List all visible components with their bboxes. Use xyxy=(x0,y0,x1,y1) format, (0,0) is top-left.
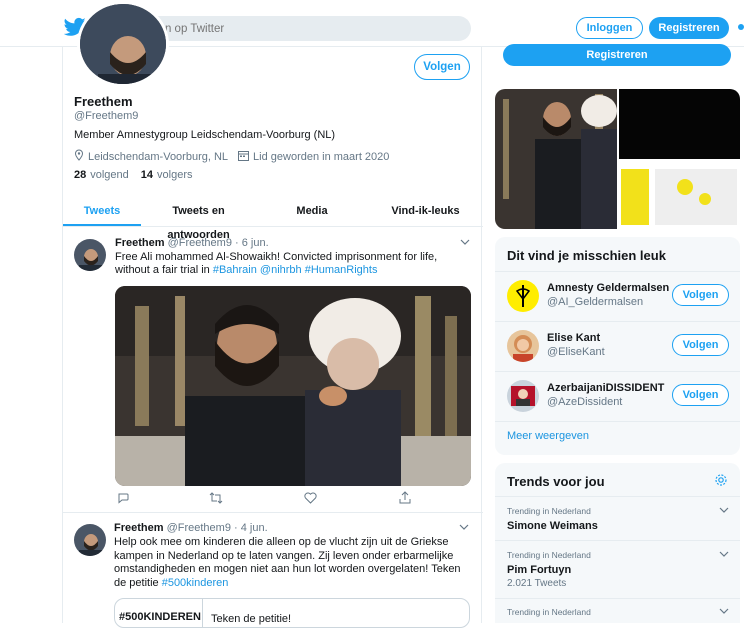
profile-meta-row: Leidschendam-Voorburg, NL Lid geworden i… xyxy=(74,149,389,164)
followers-label[interactable]: volgers xyxy=(157,169,192,181)
trend-item[interactable]: Trending in Nederland xyxy=(495,598,740,623)
follow-stats: 28 volgend 14 volgers xyxy=(74,169,193,181)
tweet-meta: @Freethem9 · 6 jun. xyxy=(167,237,269,249)
follow-button[interactable]: Volgen xyxy=(672,334,729,356)
trend-item[interactable]: Trending in Nederland Pim Fortuyn 2.021 … xyxy=(495,540,740,598)
suggestion-row[interactable]: Amnesty Geldermalsen @AI_Geldermalsen Vo… xyxy=(495,271,740,321)
trend-context: Trending in Nederland xyxy=(507,550,591,560)
tweet-text: Free Ali mohammed Al-Showaikh! Convicted… xyxy=(115,251,475,277)
tweet-item[interactable]: Freethem @Freethem9 · 6 jun. Free Ali mo… xyxy=(63,229,483,513)
tweet-2-text: Help ook mee om kinderen die alleen op d… xyxy=(114,536,466,590)
chevron-down-icon[interactable] xyxy=(719,549,729,561)
follow-profile-button[interactable]: Volgen xyxy=(414,54,470,80)
suggestion-handle: @AI_Geldermalsen xyxy=(547,296,644,308)
profile-avatar[interactable] xyxy=(77,1,169,87)
trend-item[interactable]: Trending in Nederland Simone Weimans xyxy=(495,496,740,540)
register-button[interactable]: Registreren xyxy=(649,17,729,39)
profile-joined: Lid geworden in maart 2020 xyxy=(253,150,390,163)
tweet-author-name[interactable]: Freethem xyxy=(114,522,164,534)
profile-handle: @Freethem9 xyxy=(74,110,139,122)
suggestion-avatar[interactable] xyxy=(507,280,539,312)
tab-tweets[interactable]: Tweets xyxy=(63,199,141,226)
tweet-avatar[interactable] xyxy=(74,524,106,556)
link-card[interactable]: #500KINDEREN Teken de petitie! xyxy=(114,598,470,628)
tweet-meta: @Freethem9 · 4 jun. xyxy=(166,522,268,534)
trend-count: 2.021 Tweets xyxy=(507,578,567,589)
suggestion-handle: @EliseKant xyxy=(547,346,605,358)
tweet-hashtags[interactable]: #500kinderen xyxy=(162,577,229,589)
tweet-hashtags[interactable]: #Bahrain @nihrbh #HumanRights xyxy=(213,264,378,276)
tweet-author-name[interactable]: Freethem xyxy=(115,237,165,249)
tweet-2-header: Freethem @Freethem9 · 4 jun. xyxy=(114,522,268,534)
profile-bio: Member Amnestygroup Leidschendam-Voorbur… xyxy=(74,129,336,141)
suggestion-name[interactable]: Elise Kant xyxy=(547,332,600,344)
suggestion-row[interactable]: AzerbaijaniDISSIDENT @AzeDissident Volge… xyxy=(495,371,740,421)
profile-location: Leidschendam-Voorburg, NL xyxy=(88,150,229,163)
trend-name: Pim Fortuyn xyxy=(507,564,572,576)
who-to-follow-panel: Dit vind je misschien leuk Amnesty Gelde… xyxy=(495,237,740,455)
like-icon[interactable] xyxy=(304,492,317,507)
sidebar-register-button[interactable]: Registreren xyxy=(503,44,731,66)
tweet-avatar[interactable] xyxy=(74,239,106,271)
tweet-header: Freethem @Freethem9 · 6 jun. xyxy=(115,237,269,249)
followers-count[interactable]: 14 xyxy=(141,169,153,181)
tweet-photo[interactable] xyxy=(115,286,471,486)
reply-icon[interactable] xyxy=(117,492,129,507)
trend-context: Trending in Nederland xyxy=(507,607,591,617)
follow-button[interactable]: Volgen xyxy=(672,284,729,306)
chevron-down-icon[interactable] xyxy=(719,505,729,517)
tab-tweets-and-replies[interactable]: Tweets en antwoorden xyxy=(141,199,256,241)
chevron-down-icon[interactable] xyxy=(460,237,470,249)
following-label[interactable]: volgend xyxy=(90,169,129,181)
who-to-follow-title: Dit vind je misschien leuk xyxy=(507,248,666,263)
profile-tabs: Tweets Tweets en antwoorden Media Vind-i… xyxy=(63,199,483,241)
trends-title: Trends voor jou xyxy=(507,474,605,489)
suggestion-avatar[interactable] xyxy=(507,330,539,362)
login-button[interactable]: Inloggen xyxy=(576,17,643,39)
profile-name: Freethem xyxy=(74,94,133,109)
calendar-icon xyxy=(238,150,250,164)
settings-gear-icon[interactable] xyxy=(714,473,728,490)
share-icon[interactable] xyxy=(399,491,411,507)
search-input[interactable] xyxy=(133,22,433,35)
retweet-icon[interactable] xyxy=(209,492,223,507)
suggestion-name[interactable]: AzerbaijaniDISSIDENT xyxy=(547,382,664,394)
more-dot-icon[interactable] xyxy=(738,24,744,30)
chevron-down-icon[interactable] xyxy=(459,522,469,534)
tab-likes[interactable]: Vind-ik-leuks xyxy=(368,199,483,226)
media-gallery[interactable] xyxy=(495,89,740,229)
trend-name: Simone Weimans xyxy=(507,520,598,532)
suggestion-row[interactable]: Elise Kant @EliseKant Volgen xyxy=(495,321,740,371)
following-count[interactable]: 28 xyxy=(74,169,86,181)
chevron-down-icon[interactable] xyxy=(719,606,729,618)
trend-context: Trending in Nederland xyxy=(507,506,591,516)
suggestion-name[interactable]: Amnesty Geldermalsen xyxy=(547,282,669,294)
suggestion-avatar[interactable] xyxy=(507,380,539,412)
follow-button[interactable]: Volgen xyxy=(672,384,729,406)
show-more-link[interactable]: Meer weergeven xyxy=(507,430,589,442)
trends-panel: Trends voor jou Trending in Nederland Si… xyxy=(495,463,740,623)
location-pin-icon xyxy=(74,149,84,164)
tab-media[interactable]: Media xyxy=(256,199,368,226)
suggestion-handle: @AzeDissident xyxy=(547,396,623,408)
